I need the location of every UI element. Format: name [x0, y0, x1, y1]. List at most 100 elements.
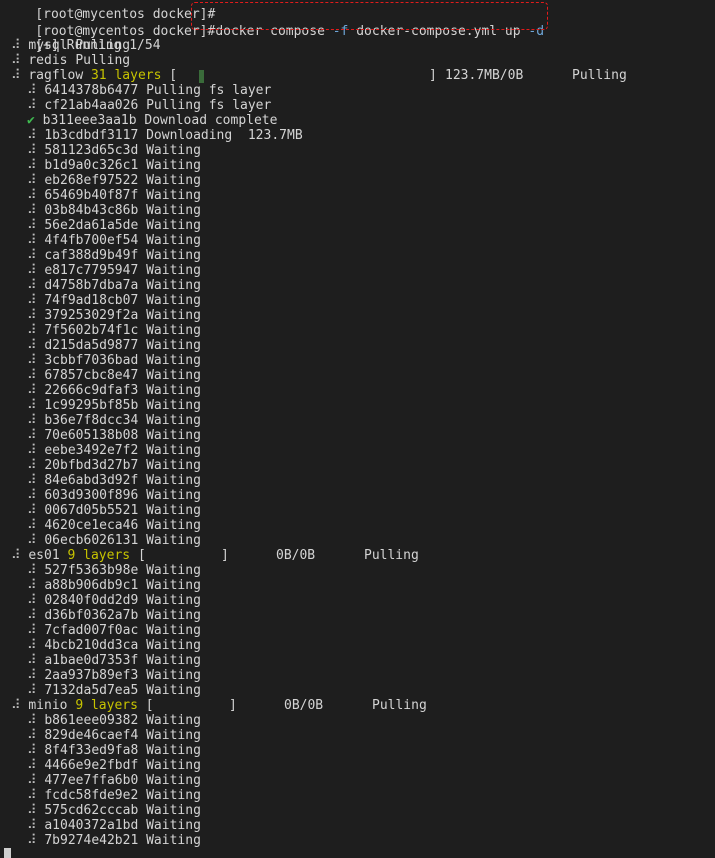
- layer-id: 4bcb210dd3ca: [44, 638, 139, 653]
- spinner-icon: ⠼: [27, 428, 37, 443]
- progress-open-bracket: [: [145, 698, 154, 713]
- spinner-icon: ⠼: [27, 173, 37, 188]
- layer-id: 74f9ad18cb07: [44, 293, 139, 308]
- service-name: minio: [28, 698, 68, 713]
- check-icon: ✔: [27, 113, 35, 128]
- layer-status: Waiting: [146, 593, 201, 608]
- layer-line: ⠼ 67857cbc8e47 Waiting: [27, 368, 201, 383]
- layer-line: ⠼ 7132da5d7ea5 Waiting: [27, 683, 201, 698]
- spinner-icon: ⠼: [27, 683, 37, 698]
- layer-status: Waiting: [146, 533, 201, 548]
- layer-line: ⠼ 1b3cdbdf3117 Downloading 123.7MB: [27, 128, 303, 143]
- layer-status: Waiting: [146, 383, 201, 398]
- spinner-icon: ⠼: [27, 383, 37, 398]
- layer-id: 0067d05b5521: [44, 503, 139, 518]
- progress-close-bracket: ]: [221, 548, 229, 563]
- layer-status: Waiting: [146, 818, 201, 833]
- layer-id: eebe3492e7f2: [44, 443, 139, 458]
- spinner-icon: ⠼: [27, 278, 37, 293]
- layer-id: 7132da5d7ea5: [44, 683, 139, 698]
- previous-prompt-line: [root@mycentos docker]#: [4, 0, 215, 22]
- layer-id: 7f5602b74f1c: [44, 323, 139, 338]
- layer-line: ⠼ 65469b40f87f Waiting: [27, 188, 201, 203]
- layer-line: ⠼ 4f4fb700ef54 Waiting: [27, 233, 201, 248]
- service-line-minio: ⠼ minio 9 layers [: [11, 698, 154, 713]
- layer-status: Waiting: [146, 203, 201, 218]
- layer-status: Waiting: [146, 638, 201, 653]
- layer-status: Waiting: [146, 713, 201, 728]
- layer-status: Waiting: [146, 143, 201, 158]
- download-size: 0B/0B: [276, 548, 316, 563]
- spinner-icon: ⠼: [27, 368, 37, 383]
- layer-id: 65469b40f87f: [44, 188, 139, 203]
- layer-line: ⠼ 03b84b43c86b Waiting: [27, 203, 201, 218]
- layer-status: Downloading 123.7MB: [146, 128, 303, 143]
- layer-line: ⠼ a1040372a1bd Waiting: [27, 818, 201, 833]
- layer-id: 8f4f33ed9fa8: [44, 743, 139, 758]
- layer-status: Waiting: [146, 173, 201, 188]
- layer-line: ⠼ 56e2da61a5de Waiting: [27, 218, 201, 233]
- spinner-icon: ⠼: [27, 203, 37, 218]
- layer-id: a1bae0d7353f: [44, 653, 139, 668]
- layer-line: ⠼ 3cbbf7036bad Waiting: [27, 353, 201, 368]
- layer-line: ⠼ b1d9a0c326c1 Waiting: [27, 158, 201, 173]
- layer-id: b36e7f8dcc34: [44, 413, 139, 428]
- spinner-icon: ⠼: [27, 578, 37, 593]
- layer-line: ⠼ 1c99295bf85b Waiting: [27, 398, 201, 413]
- layer-status: Waiting: [146, 293, 201, 308]
- layer-status: Waiting: [146, 623, 201, 638]
- layer-line: ⠼ 22666c9dfaf3 Waiting: [27, 383, 201, 398]
- layer-id: 1b3cdbdf3117: [44, 128, 139, 143]
- layer-line: ⠼ b861eee09382 Waiting: [27, 713, 201, 728]
- layer-id: eb268ef97522: [44, 173, 139, 188]
- layer-status: Waiting: [146, 518, 201, 533]
- spinner-icon: ⠼: [27, 503, 37, 518]
- layer-line: ⠼ 4bcb210dd3ca Waiting: [27, 638, 201, 653]
- layer-line: ⠼ 06ecb6026131 Waiting: [27, 533, 201, 548]
- spinner-icon: ⠼: [27, 488, 37, 503]
- layer-line: ⠼ d215da5d9877 Waiting: [27, 338, 201, 353]
- running-status-line: [+] Running 1/54: [4, 23, 160, 53]
- layer-line: ⠼ 02840f0dd2d9 Waiting: [27, 593, 201, 608]
- spinner-icon: ⠼: [27, 563, 37, 578]
- spinner-icon: ⠼: [27, 638, 37, 653]
- spinner-icon: ⠼: [11, 53, 21, 68]
- layer-status: Waiting: [146, 653, 201, 668]
- progress-open-bracket: [: [169, 68, 178, 83]
- spinner-icon: ⠼: [27, 533, 37, 548]
- layer-id: 3cbbf7036bad: [44, 353, 139, 368]
- layer-status: Waiting: [146, 728, 201, 743]
- layer-line: ⠼ 829de46caef4 Waiting: [27, 728, 201, 743]
- layer-status: Waiting: [146, 428, 201, 443]
- download-size: 0B/0B: [284, 698, 324, 713]
- layer-id: 6414378b6477: [44, 83, 139, 98]
- terminal-window[interactable]: [root@mycentos docker]# [root@mycentos d…: [0, 0, 715, 858]
- spinner-icon: ⠼: [27, 713, 37, 728]
- layer-id: 7cfad007f0ac: [44, 623, 139, 638]
- spinner-icon: ⠼: [27, 353, 37, 368]
- layer-count: 31 layers: [90, 68, 162, 83]
- layer-line: ⠼ 8f4f33ed9fa8 Waiting: [27, 743, 201, 758]
- layer-status: Waiting: [146, 758, 201, 773]
- layer-status: Waiting: [146, 833, 201, 848]
- spinner-icon: ⠼: [27, 293, 37, 308]
- layer-status: Waiting: [146, 578, 201, 593]
- layer-status: Waiting: [146, 503, 201, 518]
- layer-id: e817c7795947: [44, 263, 139, 278]
- spinner-icon: ⠼: [27, 248, 37, 263]
- layer-status: Waiting: [146, 683, 201, 698]
- spinner-icon: ⠼: [27, 458, 37, 473]
- layer-id: 20bfbd3d27b7: [44, 458, 139, 473]
- layer-status: Waiting: [146, 338, 201, 353]
- spinner-icon: ⠼: [27, 218, 37, 233]
- layer-status: Download complete: [144, 113, 278, 128]
- layer-status: Waiting: [146, 158, 201, 173]
- spinner-icon: ⠼: [27, 653, 37, 668]
- service-name: es01: [28, 548, 60, 563]
- spinner-icon: ⠼: [27, 518, 37, 533]
- spinner-icon: ⠼: [27, 623, 37, 638]
- layer-line: ⠼ d36bf0362a7b Waiting: [27, 608, 201, 623]
- layer-status: Waiting: [146, 398, 201, 413]
- layer-status: Waiting: [146, 248, 201, 263]
- layer-line: ⠼ 74f9ad18cb07 Waiting: [27, 293, 201, 308]
